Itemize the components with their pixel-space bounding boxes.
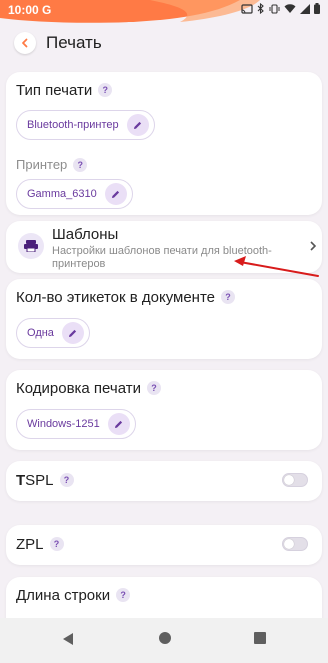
help-icon[interactable]: ? [146,381,161,396]
settings-list[interactable]: Тип печати? Bluetooth-принтер Принтер? G… [0,68,328,618]
status-time: 10:00 [8,3,39,17]
line-length-label: Длина строки? [16,587,131,604]
app-bar: Печать [0,26,328,62]
zpl-card[interactable]: ZPL? [6,525,322,565]
label-count-value: Одна [27,327,54,339]
bluetooth-icon [257,3,265,14]
google-icon: G [42,3,52,17]
help-icon[interactable]: ? [49,537,64,552]
templates-title: Шаблоны [52,226,119,243]
print-type-card: Тип печати? Bluetooth-принтер Принтер? G… [6,72,322,215]
signal-icon [300,3,310,14]
back-button[interactable] [14,32,36,54]
tspl-card[interactable]: TSPL? [6,461,322,501]
help-icon[interactable]: ? [116,588,131,603]
printer-value: Gamma_6310 [27,188,97,200]
navigation-bar [0,618,328,663]
home-circle-icon[interactable] [158,631,172,645]
recents-square-icon[interactable] [254,632,266,644]
annotation-arrow [232,252,322,287]
chevron-left-icon [20,38,30,48]
print-type-value: Bluetooth-принтер [27,119,119,131]
back-triangle-icon[interactable] [62,632,74,646]
toggle-knob [284,475,294,485]
label-count-chip[interactable]: Одна [16,318,90,348]
status-bar: 10:00 G [0,0,328,20]
encoding-chip[interactable]: Windows-1251 [16,409,136,439]
cast-icon [241,3,253,14]
tspl-toggle[interactable] [282,473,308,487]
help-icon[interactable]: ? [98,83,113,98]
toggle-knob [284,539,294,549]
help-icon[interactable]: ? [59,473,74,488]
help-icon[interactable]: ? [221,290,236,305]
pencil-icon[interactable] [126,114,149,136]
pencil-icon[interactable] [104,183,127,205]
vibrate-icon [269,3,280,14]
wifi-icon [284,3,296,14]
print-type-chip[interactable]: Bluetooth-принтер [16,110,155,140]
pencil-icon[interactable] [107,413,130,435]
tspl-label: TSPL? [16,472,74,489]
zpl-toggle[interactable] [282,537,308,551]
page-title: Печать [46,33,102,52]
line-length-card: Длина строки? [6,577,322,618]
help-icon[interactable]: ? [73,157,88,172]
encoding-label: Кодировка печати? [16,380,161,397]
encoding-card: Кодировка печати? Windows-1251 [6,370,322,450]
label-count-label: Кол-во этикеток в документе? [16,289,236,306]
pencil-icon[interactable] [61,322,84,344]
zpl-label: ZPL? [16,536,64,553]
templates-icon [18,233,44,259]
label-count-card: Кол-во этикеток в документе? Одна [6,279,322,359]
printer-label: Принтер? [16,157,88,173]
encoding-value: Windows-1251 [27,418,100,430]
battery-icon [314,3,320,14]
print-type-label: Тип печати? [16,82,113,99]
printer-chip[interactable]: Gamma_6310 [16,179,133,209]
status-icons [241,3,320,14]
